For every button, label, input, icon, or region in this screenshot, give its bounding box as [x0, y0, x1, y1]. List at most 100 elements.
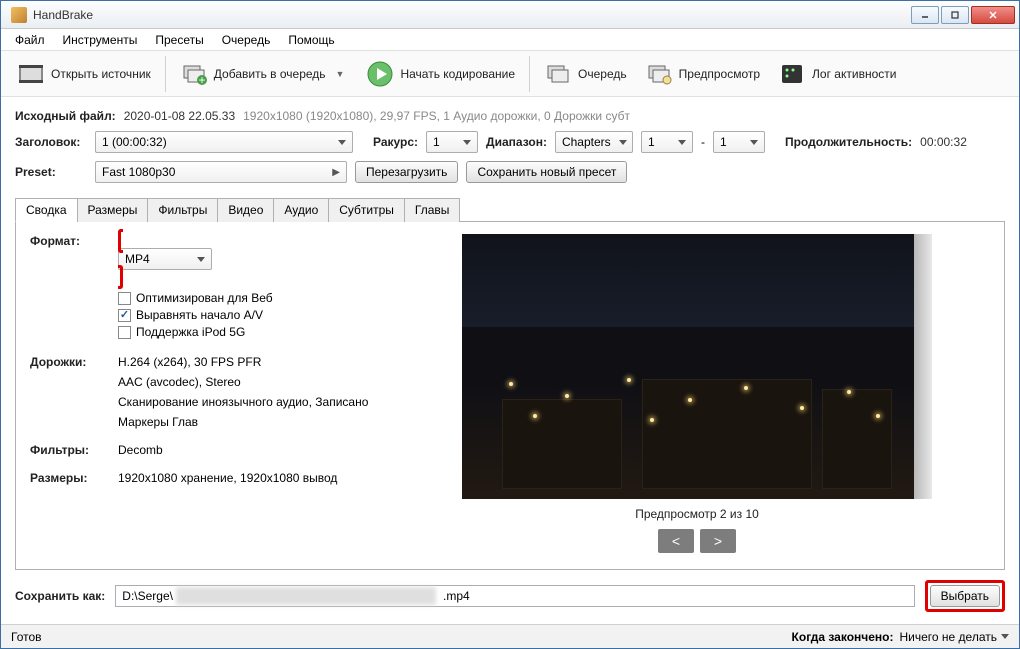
tab-chapters[interactable]: Главы [404, 198, 461, 222]
open-source-button[interactable]: Открыть источник [9, 53, 159, 95]
ipod-support-checkbox[interactable]: Поддержка iPod 5G [118, 324, 380, 341]
queue-icon [544, 60, 572, 88]
range-from-select[interactable]: 1 [641, 131, 693, 153]
blurred-path [176, 587, 436, 605]
menu-presets[interactable]: Пресеты [147, 31, 211, 49]
tab-body-summary: Формат: MP4 Оптимизирован для Веб Выравн… [15, 221, 1005, 570]
align-av-checkbox[interactable]: Выравнять начало A/V [118, 307, 380, 324]
format-highlight: MP4 [118, 229, 380, 289]
save-path-input[interactable]: D:\Serge\ .mp4 [115, 585, 914, 607]
queue-button[interactable]: Очередь [536, 53, 635, 95]
menu-queue[interactable]: Очередь [214, 31, 279, 49]
track-video: H.264 (x264), 30 FPS PFR [118, 355, 380, 369]
source-file-row: Исходный файл: 2020-01-08 22.05.33 1920x… [15, 109, 1005, 123]
range-to-select[interactable]: 1 [713, 131, 765, 153]
tab-audio[interactable]: Аудио [273, 198, 329, 222]
window-controls [911, 6, 1015, 24]
tab-video[interactable]: Видео [217, 198, 274, 222]
tracks-values: H.264 (x264), 30 FPS PFR AAC (avcodec), … [118, 355, 380, 429]
menu-file[interactable]: Файл [7, 31, 53, 49]
duration-value: 00:00:32 [920, 135, 967, 149]
toolbar-separator [165, 56, 166, 92]
format-value: MP4 [125, 252, 150, 266]
content-area: Исходный файл: 2020-01-08 22.05.33 1920x… [1, 97, 1019, 624]
start-encode-label: Начать кодирование [400, 67, 515, 81]
reload-preset-button[interactable]: Перезагрузить [355, 161, 458, 183]
minimize-button[interactable] [911, 6, 939, 24]
range-type-select[interactable]: Chapters [555, 131, 633, 153]
tab-subtitles[interactable]: Субтитры [328, 198, 405, 222]
angle-select[interactable]: 1 [426, 131, 478, 153]
save-preset-label: Сохранить новый пресет [477, 165, 616, 179]
sizes-value: 1920x1080 хранение, 1920x1080 вывод [118, 471, 380, 485]
menubar: Файл Инструменты Пресеты Очередь Помощь [1, 29, 1019, 51]
sizes-label: Размеры: [30, 471, 106, 485]
align-av-label: Выравнять начало A/V [136, 307, 263, 324]
browse-button[interactable]: Выбрать [930, 585, 1000, 607]
track-chapters: Маркеры Глав [118, 415, 380, 429]
app-icon [11, 7, 27, 23]
browse-label: Выбрать [941, 589, 989, 603]
chevron-down-icon [678, 140, 686, 145]
filters-label: Фильтры: [30, 443, 106, 457]
duration-label: Продолжительность: [785, 135, 912, 149]
preview-label: Предпросмотр [679, 67, 760, 81]
chevron-down-icon [1001, 634, 1009, 639]
chevron-down-icon [197, 257, 205, 262]
title-select[interactable]: 1 (00:00:32) [95, 131, 353, 153]
save-as-label: Сохранить как: [15, 589, 105, 603]
tracks-label: Дорожки: [30, 355, 106, 369]
source-file-label: Исходный файл: [15, 109, 116, 123]
source-file-name: 2020-01-08 22.05.33 [124, 109, 235, 123]
web-optimized-checkbox[interactable]: Оптимизирован для Веб [118, 290, 380, 307]
tabs: Сводка Размеры Фильтры Видео Аудио Субти… [15, 197, 1005, 221]
maximize-button[interactable] [941, 6, 969, 24]
main-window: HandBrake Файл Инструменты Пресеты Очере… [0, 0, 1020, 649]
save-preset-button[interactable]: Сохранить новый пресет [466, 161, 627, 183]
save-path-prefix: D:\Serge\ [122, 589, 173, 603]
add-queue-button[interactable]: + Добавить в очередь ▼ [172, 53, 357, 95]
preview-button[interactable]: Предпросмотр [637, 53, 768, 95]
play-icon [366, 60, 394, 88]
statusbar: Готов Когда закончено: Ничего не делать [1, 624, 1019, 648]
range-label: Диапазон: [486, 135, 547, 149]
preset-select[interactable]: Fast 1080p30 ▶ [95, 161, 347, 183]
save-as-row: Сохранить как: D:\Serge\ .mp4 Выбрать [15, 580, 1005, 612]
open-source-label: Открыть источник [51, 67, 151, 81]
filters-value: Decomb [118, 443, 380, 457]
chevron-right-icon: ▶ [332, 167, 340, 178]
ipod-label: Поддержка iPod 5G [136, 324, 245, 341]
preset-value: Fast 1080p30 [102, 165, 175, 179]
tab-dimensions[interactable]: Размеры [77, 198, 149, 222]
when-done-select[interactable]: Ничего не делать [900, 630, 1010, 644]
range-separator: - [701, 135, 705, 149]
range-from-value: 1 [648, 135, 655, 149]
activity-log-button[interactable]: Лог активности [770, 53, 904, 95]
chevron-down-icon [750, 140, 758, 145]
window-title: HandBrake [33, 8, 911, 22]
preset-row: Preset: Fast 1080p30 ▶ Перезагрузить Сох… [15, 161, 1005, 183]
menu-help[interactable]: Помощь [280, 31, 342, 49]
preview-next-button[interactable]: > [700, 529, 736, 553]
add-queue-dropdown[interactable]: ▼ [332, 69, 349, 79]
summary-panel: Формат: MP4 Оптимизирован для Веб Выравн… [30, 234, 380, 557]
svg-text:+: + [198, 73, 205, 86]
preview-image [462, 234, 932, 499]
preset-label: Preset: [15, 165, 63, 179]
tab-filters[interactable]: Фильтры [147, 198, 218, 222]
angle-label: Ракурс: [373, 135, 418, 149]
format-select[interactable]: MP4 [118, 248, 212, 270]
preview-index-label: Предпросмотр 2 из 10 [635, 507, 759, 521]
chevron-down-icon [619, 140, 627, 145]
queue-add-icon: + [180, 60, 208, 88]
preview-icon [645, 60, 673, 88]
tab-summary[interactable]: Сводка [15, 198, 78, 222]
start-encode-button[interactable]: Начать кодирование [358, 53, 523, 95]
close-button[interactable] [971, 6, 1015, 24]
preview-prev-button[interactable]: < [658, 529, 694, 553]
title-value: 1 (00:00:32) [102, 135, 167, 149]
when-done-label: Когда закончено: [792, 630, 894, 644]
web-opt-label: Оптимизирован для Веб [136, 290, 273, 307]
preview-panel: Предпросмотр 2 из 10 < > [404, 234, 990, 557]
menu-tools[interactable]: Инструменты [55, 31, 146, 49]
